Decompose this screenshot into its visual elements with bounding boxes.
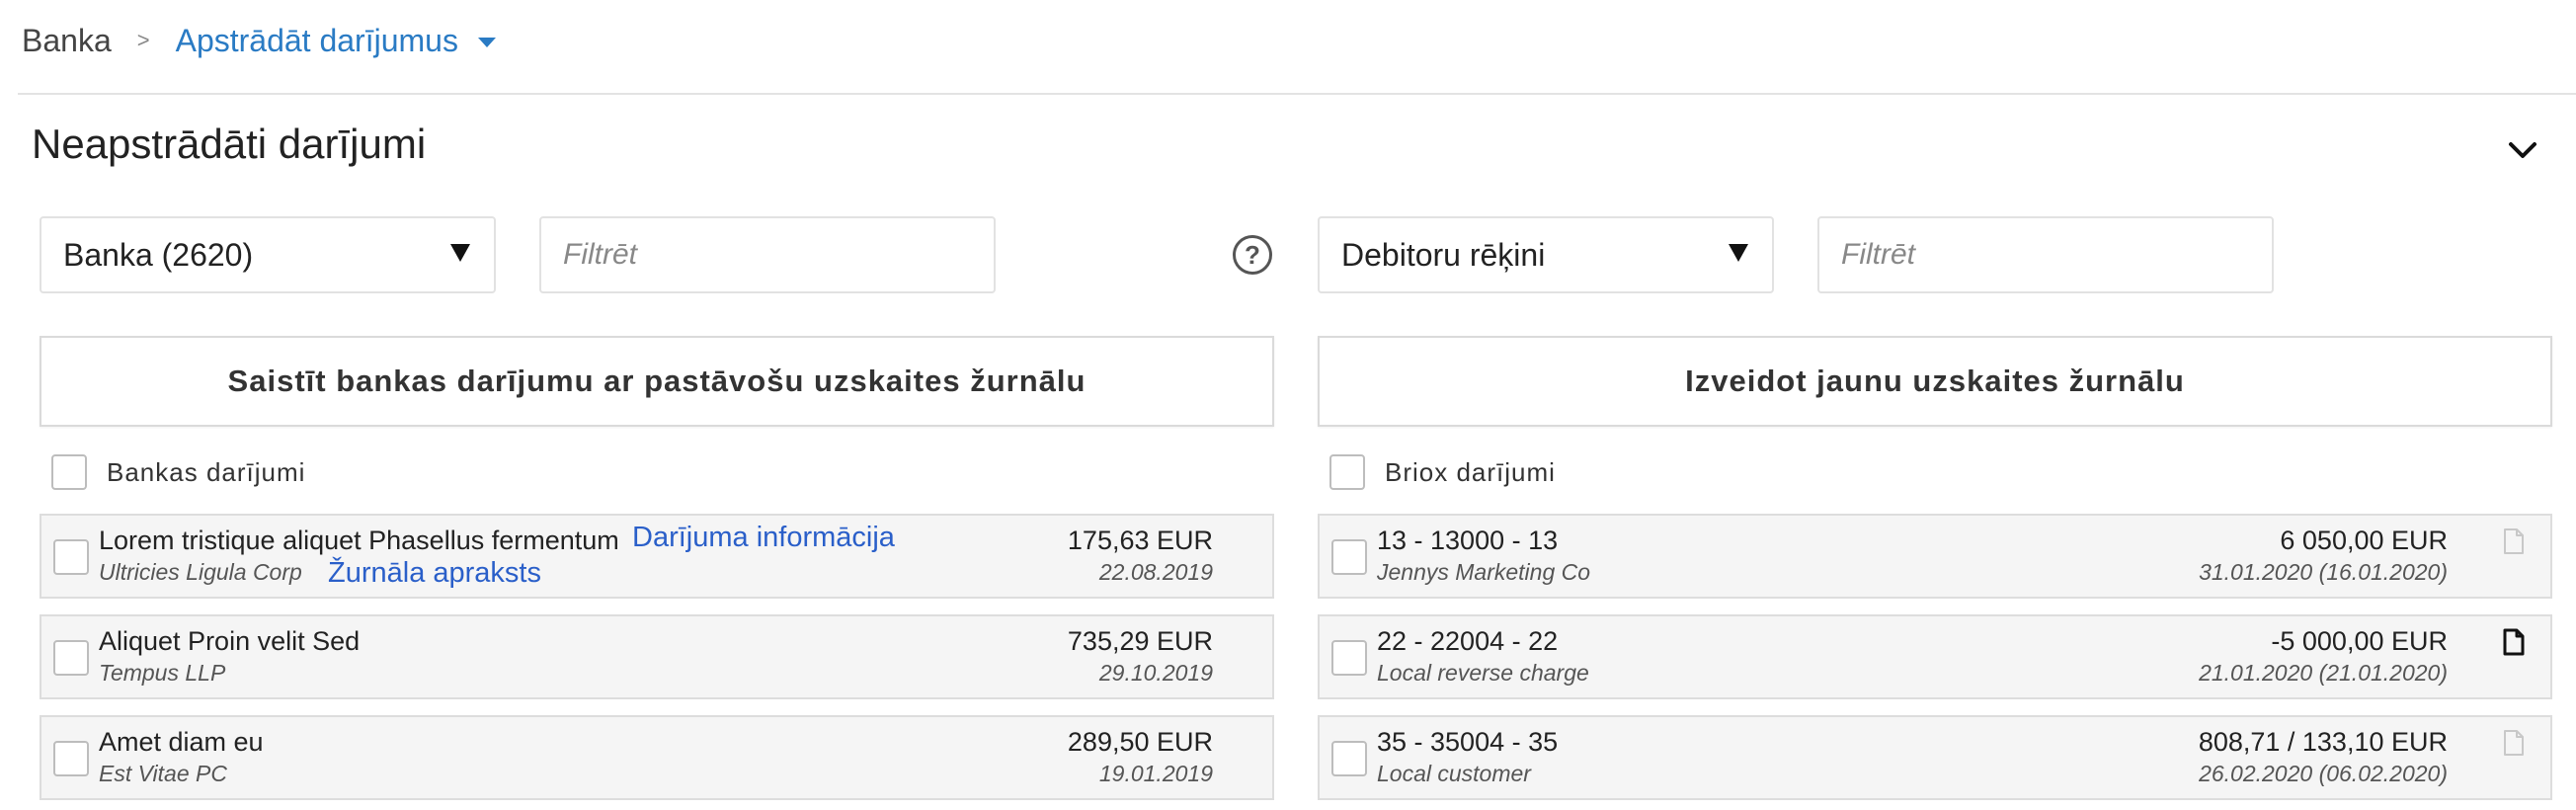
briox-filter-input[interactable] [1817,216,2274,293]
dropdown-arrow-icon [1729,244,1748,262]
transaction-amount: 735,29 EUR [1067,626,1213,656]
breadcrumb-current-dropdown[interactable]: Apstrādāt darījumus [176,23,496,59]
document-type-select[interactable]: Debitoru rēķini [1318,216,1774,293]
bank-account-select-value: Banka (2620) [63,236,254,273]
journal-description-link[interactable]: Žurnāla apraksts [328,557,541,590]
voucher-customer: Jennys Marketing Co [1377,559,1591,585]
voucher-number: 13 - 13000 - 13 [1377,526,1559,555]
document-type-select-value: Debitoru rēķini [1341,236,1546,273]
transaction-title: Lorem tristique aliquet Phasellus fermen… [99,526,619,555]
link-existing-journal-label: Saistīt bankas darījumu ar pastāvošu uzs… [227,364,1087,398]
create-new-journal-label: Izveidot jaunu uzskaites žurnālu [1685,364,2185,398]
transaction-title: Aliquet Proin velit Sed [99,626,361,656]
create-new-journal-button[interactable]: Izveidot jaunu uzskaites žurnālu [1318,336,2552,427]
row-checkbox[interactable] [53,640,89,676]
breadcrumb: Banka > Apstrādāt darījumus [22,18,496,63]
select-all-bank-checkbox[interactable] [51,454,87,490]
breadcrumb-root[interactable]: Banka [22,23,112,59]
transaction-amount: 289,50 EUR [1067,727,1213,757]
transaction-date: 19.01.2019 [1098,761,1213,786]
bank-transaction-row[interactable]: Lorem tristique aliquet Phasellus fermen… [40,514,1274,599]
document-outline-icon[interactable] [2503,527,2525,555]
help-icon[interactable]: ? [1233,235,1272,275]
transaction-counterparty: Tempus LLP [99,660,226,686]
document-outline-icon[interactable] [2503,729,2525,757]
bank-filter-input[interactable] [539,216,996,293]
caret-down-icon [477,38,496,47]
transaction-date: 22.08.2019 [1098,559,1213,585]
transaction-title: Amet diam eu [99,727,264,757]
chevron-down-icon[interactable] [2505,134,2540,166]
document-icon[interactable] [2503,628,2525,656]
voucher-number: 35 - 35004 - 35 [1377,727,1559,757]
briox-transactions-header: Briox darījumi [1329,452,1556,492]
voucher-customer: Local customer [1377,761,1531,786]
breadcrumb-current-label: Apstrādāt darījumus [175,22,458,58]
transaction-counterparty: Ultricies Ligula Corp [99,559,302,585]
row-checkbox[interactable] [1331,539,1367,575]
briox-transaction-row[interactable]: 35 - 35004 - 35 Local customer 808,71 / … [1318,715,2552,800]
bank-transaction-row[interactable]: Amet diam eu Est Vitae PC 289,50 EUR 19.… [40,715,1274,800]
section-title: Neapstrādāti darījumi [32,121,427,167]
voucher-amount: 808,71 / 133,10 EUR [2198,727,2448,757]
voucher-customer: Local reverse charge [1377,660,1589,686]
row-checkbox[interactable] [1331,741,1367,776]
voucher-amount: 6 050,00 EUR [2280,526,2448,555]
row-checkbox[interactable] [1331,640,1367,676]
transaction-info-link[interactable]: Darījuma informācija [632,522,895,554]
voucher-date: 26.02.2020 (06.02.2020) [2199,761,2448,786]
briox-transactions-header-label: Briox darījumi [1385,456,1556,487]
voucher-number: 22 - 22004 - 22 [1377,626,1559,656]
transaction-amount: 175,63 EUR [1067,526,1213,555]
bank-transaction-row[interactable]: Aliquet Proin velit Sed Tempus LLP 735,2… [40,614,1274,699]
select-all-briox-checkbox[interactable] [1329,454,1365,490]
voucher-amount: -5 000,00 EUR [2271,626,2448,656]
header-divider [18,93,2576,95]
voucher-date: 31.01.2020 (16.01.2020) [2199,559,2448,585]
briox-transaction-row[interactable]: 13 - 13000 - 13 Jennys Marketing Co 6 05… [1318,514,2552,599]
briox-transaction-row[interactable]: 22 - 22004 - 22 Local reverse charge -5 … [1318,614,2552,699]
bank-account-select[interactable]: Banka (2620) [40,216,496,293]
row-checkbox[interactable] [53,539,89,575]
breadcrumb-separator: > [136,28,150,52]
bank-transactions-header: Bankas darījumi [51,452,305,492]
link-existing-journal-button[interactable]: Saistīt bankas darījumu ar pastāvošu uzs… [40,336,1274,427]
voucher-date: 21.01.2020 (21.01.2020) [2199,660,2448,686]
transaction-counterparty: Est Vitae PC [99,761,227,786]
dropdown-arrow-icon [450,244,470,262]
transaction-date: 29.10.2019 [1098,660,1213,686]
bank-transactions-header-label: Bankas darījumi [107,456,306,487]
row-checkbox[interactable] [53,741,89,776]
